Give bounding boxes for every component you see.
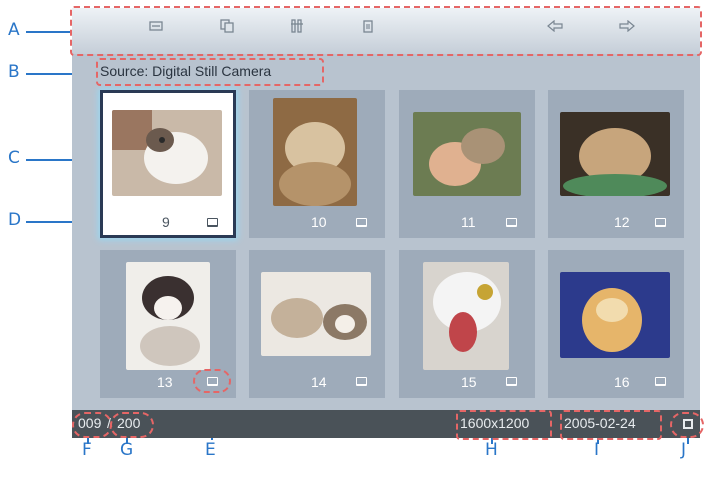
thumbnail-photo — [560, 112, 670, 196]
print-mark-icon — [356, 377, 367, 386]
callout-box-j — [670, 412, 704, 438]
callout-box-a — [70, 6, 702, 56]
thumbnail-number: 9 — [162, 214, 170, 230]
leader-a — [26, 31, 72, 33]
print-mark-icon — [655, 218, 666, 227]
thumbnail-12[interactable]: 12 — [548, 90, 684, 238]
thumbnail-photo — [261, 272, 371, 356]
print-mark-icon — [506, 218, 517, 227]
thumbnail-number: 12 — [614, 214, 630, 230]
thumbnail-photo — [560, 272, 670, 358]
print-mark-icon — [356, 218, 367, 227]
thumbnail-number: 16 — [614, 374, 630, 390]
print-mark-icon — [655, 377, 666, 386]
thumbnail-number: 14 — [311, 374, 327, 390]
callout-d: D — [8, 210, 22, 230]
thumbnail-16[interactable]: 16 — [548, 250, 684, 398]
thumbnail-9[interactable]: 9 — [100, 90, 236, 238]
callout-c: C — [8, 148, 20, 168]
thumbnail-number: 13 — [157, 374, 173, 390]
callout-a: A — [8, 20, 20, 40]
thumbnail-10[interactable]: 10 — [249, 90, 385, 238]
print-mark-icon — [506, 377, 517, 386]
callout-box-g — [110, 412, 154, 438]
callout-box-i — [560, 410, 662, 440]
thumbnail-photo — [423, 262, 509, 370]
thumbnail-number: 15 — [461, 374, 477, 390]
thumbnail-15[interactable]: 15 — [399, 250, 535, 398]
callout-e: E — [205, 440, 216, 460]
leader-j — [687, 438, 689, 444]
thumbnail-14[interactable]: 14 — [249, 250, 385, 398]
thumbnail-photo — [126, 262, 210, 370]
callout-box-f — [72, 412, 112, 438]
callout-j: J — [681, 440, 687, 460]
thumbnail-number: 10 — [311, 214, 327, 230]
leader-g — [126, 438, 128, 444]
thumbnail-number: 11 — [461, 214, 476, 230]
thumbnail-11[interactable]: 11 — [399, 90, 535, 238]
callout-box-e — [193, 369, 231, 393]
thumbnail-photo — [413, 112, 521, 196]
callout-box-b — [96, 58, 324, 86]
thumbnail-photo — [112, 110, 222, 196]
thumbnail-photo — [273, 98, 357, 206]
callout-box-h — [456, 410, 552, 440]
callout-b: B — [8, 62, 20, 82]
leader-f — [87, 438, 89, 444]
print-mark-icon — [207, 218, 218, 227]
